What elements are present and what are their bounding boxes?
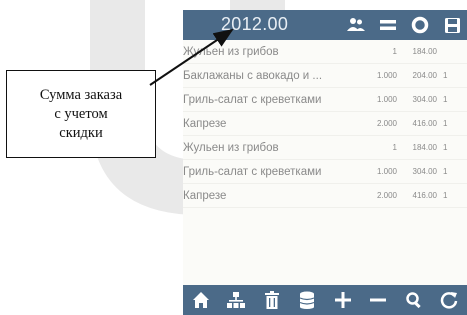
item-num: 1 bbox=[443, 143, 448, 152]
list-item[interactable]: Капрезе 2.000 416.00 1 bbox=[183, 184, 467, 208]
item-name: Гриль-салат с креветками bbox=[183, 93, 322, 106]
home-icon[interactable] bbox=[191, 290, 211, 310]
item-sum: 184.00 bbox=[412, 47, 437, 56]
item-qty: 1 bbox=[392, 143, 397, 152]
item-num: 1 bbox=[443, 191, 448, 200]
item-qty: 1.000 bbox=[376, 167, 397, 176]
item-sum: 204.00 bbox=[412, 71, 437, 80]
item-name: Баклажаны с авокадо и ... bbox=[183, 69, 323, 82]
order-items-list: Жульен из грибов 1 184.00 Баклажаны с ав… bbox=[183, 40, 467, 208]
list-item[interactable]: Жульен из грибов 1 184.00 bbox=[183, 40, 467, 64]
top-bar: 2012.00 bbox=[183, 10, 467, 40]
refresh-icon[interactable] bbox=[439, 290, 459, 310]
item-name: Жульен из грибов bbox=[183, 141, 279, 154]
bottom-toolbar bbox=[183, 285, 467, 315]
item-sum: 304.00 bbox=[412, 167, 437, 176]
database-icon[interactable] bbox=[297, 290, 317, 310]
item-name: Гриль-салат с креветками bbox=[183, 165, 322, 178]
gear-icon[interactable] bbox=[411, 16, 429, 34]
list-item[interactable]: Гриль-салат с креветками 1.000 304.00 1 bbox=[183, 160, 467, 184]
item-sum: 416.00 bbox=[412, 119, 437, 128]
item-qty: 1 bbox=[392, 47, 397, 56]
item-sum: 416.00 bbox=[412, 191, 437, 200]
callout-text: Сумма заказа с учетом скидки bbox=[39, 86, 123, 141]
item-name: Капрезе bbox=[183, 117, 227, 130]
item-qty: 1.000 bbox=[376, 95, 397, 104]
item-qty: 1.000 bbox=[376, 71, 397, 80]
item-num: 1 bbox=[443, 71, 448, 80]
equals-icon[interactable] bbox=[379, 16, 397, 34]
item-sum: 184.00 bbox=[412, 143, 437, 152]
item-name: Жульен из грибов bbox=[183, 45, 279, 58]
item-name: Капрезе bbox=[183, 189, 227, 202]
item-num: 1 bbox=[443, 119, 448, 128]
list-item[interactable]: Гриль-салат с креветками 1.000 304.00 1 bbox=[183, 88, 467, 112]
save-icon[interactable] bbox=[443, 16, 461, 34]
item-qty: 2.000 bbox=[376, 119, 397, 128]
trash-icon[interactable] bbox=[262, 290, 282, 310]
order-total: 2012.00 bbox=[221, 14, 289, 34]
order-screen: 2012.00 Жульен из грибов 1 184.00 Баклаж… bbox=[183, 10, 467, 315]
item-sum: 304.00 bbox=[412, 95, 437, 104]
discount-total-callout: Сумма заказа с учетом скидки bbox=[6, 70, 156, 158]
plus-icon[interactable] bbox=[333, 290, 353, 310]
item-qty: 2.000 bbox=[376, 191, 397, 200]
list-item[interactable]: Жульен из грибов 1 184.00 1 bbox=[183, 136, 467, 160]
list-item[interactable]: Баклажаны с авокадо и ... 1.000 204.00 1 bbox=[183, 64, 467, 88]
minus-icon[interactable] bbox=[368, 290, 388, 310]
network-icon[interactable] bbox=[226, 290, 246, 310]
item-num: 1 bbox=[443, 167, 448, 176]
item-num: 1 bbox=[443, 95, 448, 104]
users-icon[interactable] bbox=[347, 16, 365, 34]
search-icon[interactable] bbox=[404, 290, 424, 310]
list-item[interactable]: Капрезе 2.000 416.00 1 bbox=[183, 112, 467, 136]
